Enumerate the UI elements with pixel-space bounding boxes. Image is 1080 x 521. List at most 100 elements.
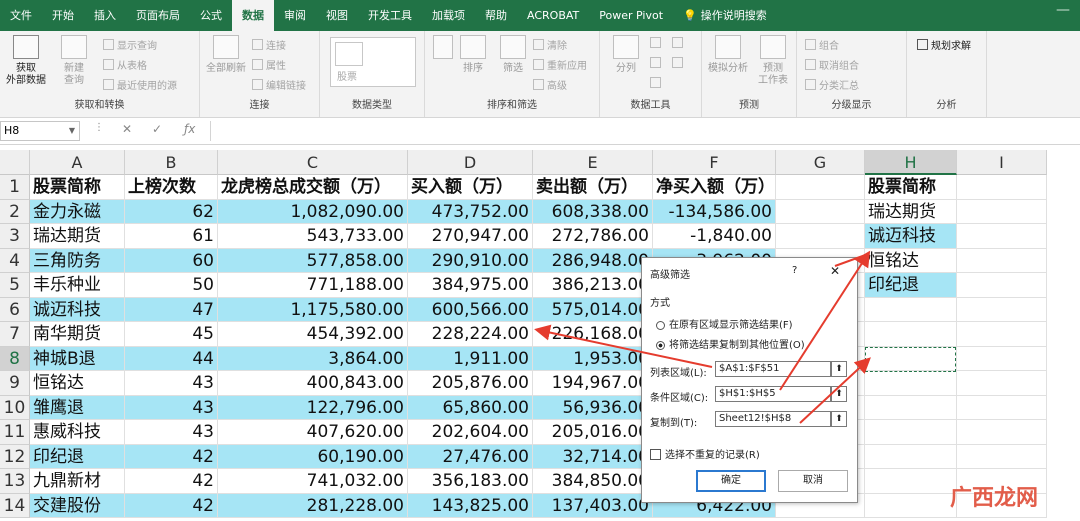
subtotal-button[interactable]: 分类汇总 — [805, 77, 859, 92]
column-header-F[interactable]: F — [653, 150, 776, 175]
cell-C2[interactable]: 1,082,090.00 — [218, 199, 408, 224]
cell-D1[interactable]: 买入额（万） — [408, 175, 533, 200]
tab-1[interactable]: 开始 — [42, 0, 84, 31]
list-range-input[interactable]: $A$1:$F$51 — [715, 361, 831, 377]
tab-3[interactable]: 页面布局 — [126, 0, 190, 31]
cell-E11[interactable]: 205,016.00 — [533, 420, 653, 445]
row-header[interactable]: 1 — [0, 175, 30, 200]
cell-H6[interactable] — [865, 297, 957, 322]
cell-B7[interactable]: 45 — [125, 322, 218, 347]
cell-I10[interactable] — [957, 395, 1047, 420]
tab-8[interactable]: 开发工具 — [358, 0, 422, 31]
cell-C9[interactable]: 400,843.00 — [218, 371, 408, 396]
cell-C13[interactable]: 741,032.00 — [218, 469, 408, 494]
copy-to-input[interactable]: Sheet12!$H$8 — [715, 411, 831, 427]
cell-D7[interactable]: 228,224.00 — [408, 322, 533, 347]
row-header[interactable]: 6 — [0, 297, 30, 322]
cell-B4[interactable]: 60 — [125, 248, 218, 273]
cell-I9[interactable] — [957, 371, 1047, 396]
show-query-button[interactable]: 显示查询 — [103, 37, 157, 52]
tab-6[interactable]: 审阅 — [274, 0, 316, 31]
cell-B12[interactable]: 42 — [125, 444, 218, 469]
close-icon[interactable]: ✕ — [830, 264, 840, 278]
cell-B2[interactable]: 62 — [125, 199, 218, 224]
cell-B1[interactable]: 上榜次数 — [125, 175, 218, 200]
cell-B14[interactable]: 42 — [125, 493, 218, 518]
select-all-corner[interactable] — [0, 150, 30, 175]
cell-H2[interactable]: 瑞达期货 — [865, 199, 957, 224]
cell-D13[interactable]: 356,183.00 — [408, 469, 533, 494]
cell-C11[interactable]: 407,620.00 — [218, 420, 408, 445]
cell-E8[interactable]: 1,953.00 — [533, 346, 653, 371]
cell-H13[interactable] — [865, 469, 957, 494]
unique-records-checkbox[interactable]: 选择不重复的记录(R) — [650, 446, 760, 461]
collapse-dialog-icon[interactable]: ⬆ — [831, 386, 847, 402]
row-header[interactable]: 11 — [0, 420, 30, 445]
cell-E10[interactable]: 56,936.00 — [533, 395, 653, 420]
cell-I6[interactable] — [957, 297, 1047, 322]
cell-F1[interactable]: 净买入额（万） — [653, 175, 776, 200]
cell-D2[interactable]: 473,752.00 — [408, 199, 533, 224]
cell-I1[interactable] — [957, 175, 1047, 200]
cell-H5[interactable]: 印纪退 — [865, 273, 957, 298]
solver-button[interactable]: 规划求解 — [917, 37, 971, 52]
cell-F3[interactable]: -1,840.00 — [653, 224, 776, 249]
cell-B6[interactable]: 47 — [125, 297, 218, 322]
cell-I2[interactable] — [957, 199, 1047, 224]
column-header-D[interactable]: D — [408, 150, 533, 175]
cell-H12[interactable] — [865, 444, 957, 469]
cell-E9[interactable]: 194,967.00 — [533, 371, 653, 396]
tab-5[interactable]: 数据 — [232, 0, 274, 31]
cell-H1[interactable]: 股票简称 — [865, 175, 957, 200]
cell-A12[interactable]: 印纪退 — [30, 444, 125, 469]
enter-icon[interactable]: ✓ — [152, 122, 162, 136]
column-header-E[interactable]: E — [533, 150, 653, 175]
cell-B10[interactable]: 43 — [125, 395, 218, 420]
cell-E12[interactable]: 32,714.00 — [533, 444, 653, 469]
cell-A8[interactable]: 神城B退 — [30, 346, 125, 371]
remove-duplicates-button[interactable] — [650, 57, 664, 70]
cell-H11[interactable] — [865, 420, 957, 445]
forecast-sheet-button[interactable]: 预测 工作表 — [754, 35, 792, 87]
text-to-columns-button[interactable]: 分列 — [608, 35, 644, 75]
cell-A6[interactable]: 诚迈科技 — [30, 297, 125, 322]
filter-button[interactable]: 筛选 — [495, 35, 531, 75]
cell-H10[interactable] — [865, 395, 957, 420]
cell-H3[interactable]: 诚迈科技 — [865, 224, 957, 249]
tab-9[interactable]: 加载项 — [422, 0, 475, 31]
cell-B3[interactable]: 61 — [125, 224, 218, 249]
cell-D9[interactable]: 205,876.00 — [408, 371, 533, 396]
cell-C1[interactable]: 龙虎榜总成交额（万） — [218, 175, 408, 200]
cell-D14[interactable]: 143,825.00 — [408, 493, 533, 518]
row-header[interactable]: 3 — [0, 224, 30, 249]
ribbon-collapse-icon[interactable]: — — [1056, 2, 1070, 18]
column-header-B[interactable]: B — [125, 150, 218, 175]
advanced-filter-button[interactable]: 高级 — [533, 77, 567, 92]
cell-A1[interactable]: 股票简称 — [30, 175, 125, 200]
tab-7[interactable]: 视图 — [316, 0, 358, 31]
column-header-C[interactable]: C — [218, 150, 408, 175]
cell-D6[interactable]: 600,566.00 — [408, 297, 533, 322]
cell-I8[interactable] — [957, 346, 1047, 371]
tab-10[interactable]: 帮助 — [475, 0, 517, 31]
cell-C12[interactable]: 60,190.00 — [218, 444, 408, 469]
cell-B8[interactable]: 44 — [125, 346, 218, 371]
row-header[interactable]: 13 — [0, 469, 30, 494]
cell-I11[interactable] — [957, 420, 1047, 445]
cell-E13[interactable]: 384,850.00 — [533, 469, 653, 494]
cell-D5[interactable]: 384,975.00 — [408, 273, 533, 298]
row-header[interactable]: 10 — [0, 395, 30, 420]
tab-11[interactable]: ACROBAT — [517, 0, 589, 31]
row-header[interactable]: 5 — [0, 273, 30, 298]
cell-E1[interactable]: 卖出额（万） — [533, 175, 653, 200]
reapply-button[interactable]: 重新应用 — [533, 57, 587, 72]
cell-G1[interactable] — [776, 175, 865, 200]
row-header[interactable]: 2 — [0, 199, 30, 224]
cell-A7[interactable]: 南华期货 — [30, 322, 125, 347]
cell-I4[interactable] — [957, 248, 1047, 273]
cell-E3[interactable]: 272,786.00 — [533, 224, 653, 249]
cell-I12[interactable] — [957, 444, 1047, 469]
cell-B13[interactable]: 42 — [125, 469, 218, 494]
cell-H9[interactable] — [865, 371, 957, 396]
collapse-dialog-icon[interactable]: ⬆ — [831, 411, 847, 427]
